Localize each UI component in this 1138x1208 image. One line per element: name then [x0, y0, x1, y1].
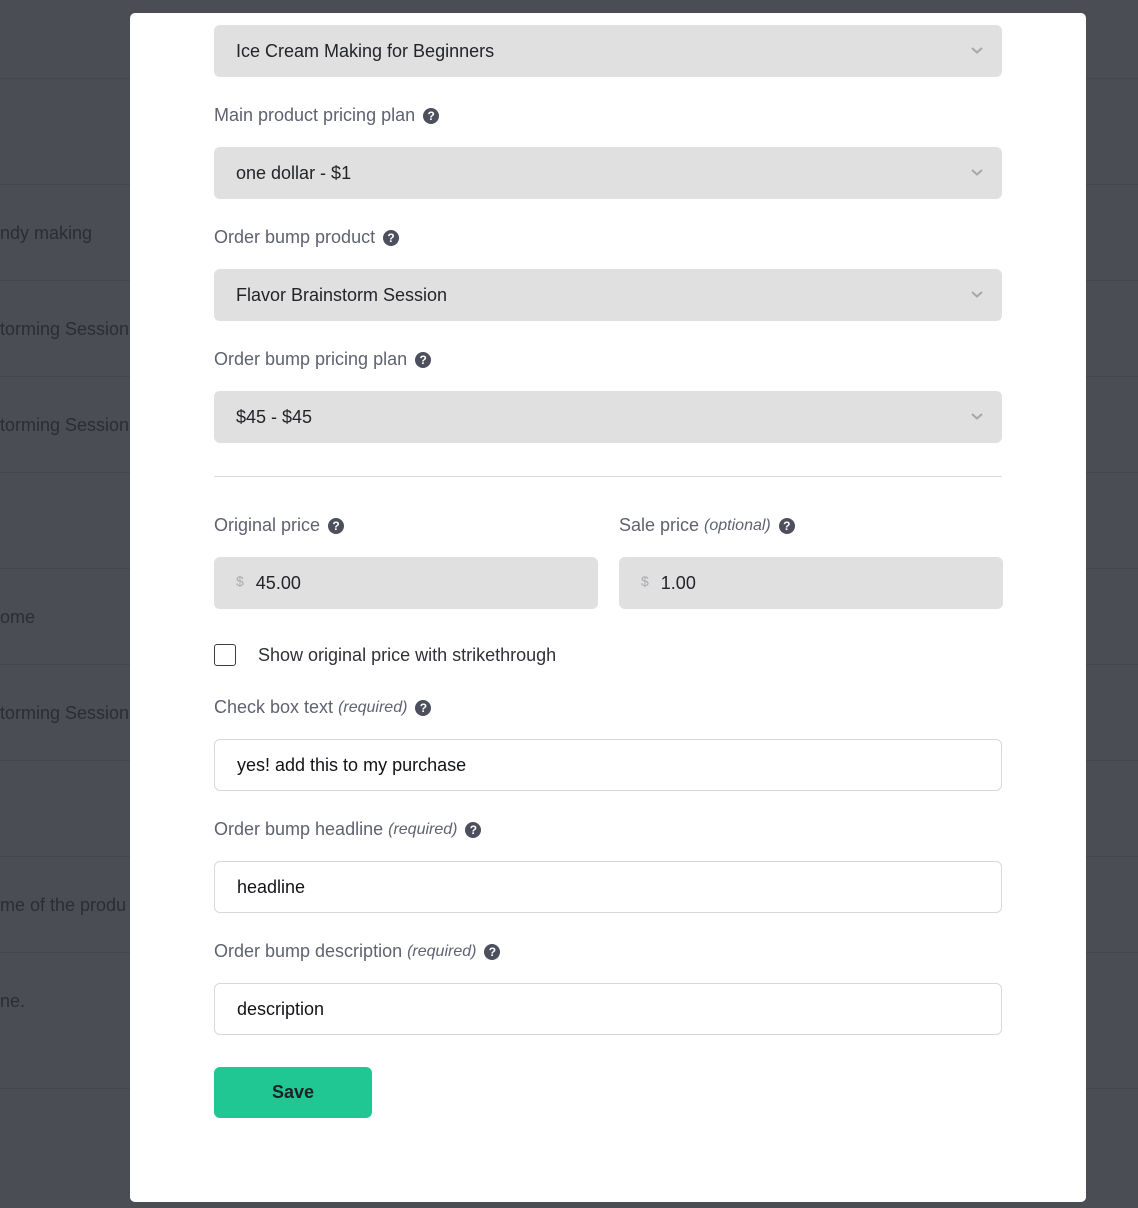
- strikethrough-label[interactable]: Show original price with strikethrough: [258, 645, 556, 666]
- chevron-down-icon: [971, 291, 983, 298]
- sale-price-label: Sale price (optional) ?: [619, 515, 795, 536]
- bump-product-label: Order bump product ?: [214, 227, 400, 248]
- save-button[interactable]: Save: [214, 1067, 372, 1118]
- bump-product-select[interactable]: Flavor Brainstorm Session: [214, 269, 1002, 321]
- order-bump-modal: Ice Cream Making for Beginners Main prod…: [130, 13, 1086, 1202]
- bump-pricing-plan-select[interactable]: $45 - $45: [214, 391, 1002, 443]
- bump-pricing-plan-label: Order bump pricing plan ?: [214, 349, 432, 370]
- table-cell: ndy making: [0, 223, 93, 243]
- required-qualifier: (required): [388, 820, 458, 838]
- headline-label: Order bump headline (required) ?: [214, 819, 482, 840]
- help-icon[interactable]: ?: [328, 517, 345, 534]
- table-cell: torming Session: [0, 319, 130, 339]
- original-price-input[interactable]: $ 45.00: [214, 557, 598, 609]
- checkbox-text-label: Check box text (required) ?: [214, 697, 432, 718]
- help-icon[interactable]: ?: [415, 351, 432, 368]
- original-price-value: 45.00: [255, 572, 301, 593]
- headline-input[interactable]: headline: [214, 861, 1002, 913]
- strikethrough-checkbox[interactable]: [214, 644, 236, 666]
- label-text: Sale price: [619, 515, 700, 535]
- table-cell: ome: [0, 607, 36, 627]
- label-text: Order bump description: [214, 941, 403, 961]
- table-cell: torming Session: [0, 703, 130, 723]
- help-icon[interactable]: ?: [484, 943, 501, 960]
- label-text: Order bump product: [214, 227, 376, 247]
- currency-symbol: $: [236, 573, 244, 589]
- label-text: Original price: [214, 515, 321, 535]
- sale-price-value: 1.00: [660, 572, 696, 593]
- required-qualifier: (required): [407, 942, 477, 960]
- required-qualifier: (required): [338, 698, 408, 716]
- chevron-down-icon: [971, 47, 983, 54]
- main-product-value: Ice Cream Making for Beginners: [236, 40, 495, 61]
- original-price-label: Original price ?: [214, 515, 345, 536]
- help-icon[interactable]: ?: [465, 821, 482, 838]
- optional-qualifier: (optional): [704, 516, 771, 534]
- checkbox-text-input[interactable]: yes! add this to my purchase: [214, 739, 1002, 791]
- bump-pricing-plan-value: $45 - $45: [236, 406, 313, 427]
- label-text: Order bump headline: [214, 819, 384, 839]
- table-cell: me of the produ: [0, 895, 127, 915]
- help-icon[interactable]: ?: [415, 699, 432, 716]
- main-pricing-plan-select[interactable]: one dollar - $1: [214, 147, 1002, 199]
- label-text: Check box text: [214, 697, 334, 717]
- description-label: Order bump description (required) ?: [214, 941, 501, 962]
- sale-price-input[interactable]: $ 1.00: [619, 557, 1003, 609]
- chevron-down-icon: [971, 169, 983, 176]
- chevron-down-icon: [971, 413, 983, 420]
- help-icon[interactable]: ?: [778, 517, 795, 534]
- label-text: Main product pricing plan: [214, 105, 416, 125]
- section-divider: [214, 476, 1002, 477]
- main-pricing-plan-value: one dollar - $1: [236, 162, 352, 183]
- help-icon[interactable]: ?: [383, 229, 400, 246]
- currency-symbol: $: [641, 573, 649, 589]
- table-cell: ne.: [0, 991, 26, 1011]
- description-input[interactable]: description: [214, 983, 1002, 1035]
- help-icon[interactable]: ?: [423, 107, 440, 124]
- table-cell: torming Session: [0, 415, 130, 435]
- main-pricing-plan-label: Main product pricing plan ?: [214, 105, 440, 126]
- main-product-select[interactable]: Ice Cream Making for Beginners: [214, 25, 1002, 77]
- bump-product-value: Flavor Brainstorm Session: [236, 284, 448, 305]
- label-text: Order bump pricing plan: [214, 349, 408, 369]
